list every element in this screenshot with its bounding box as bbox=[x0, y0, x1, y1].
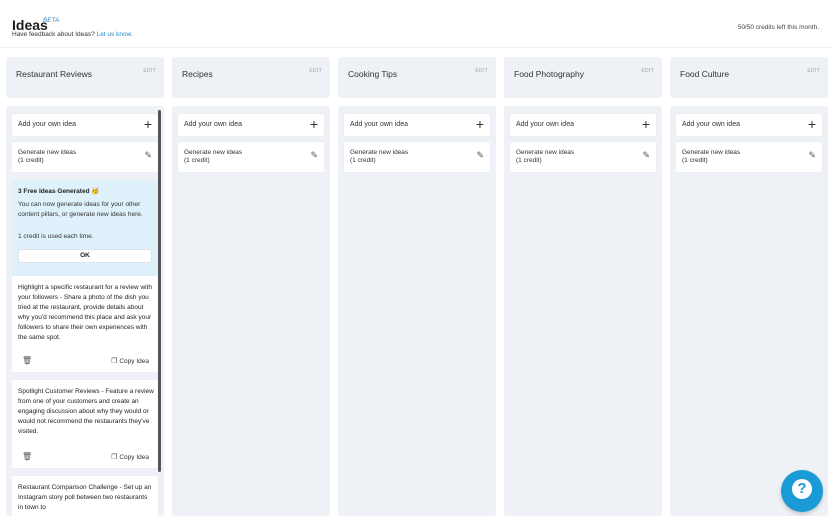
notice-body: You can now generate ideas for your othe… bbox=[18, 201, 143, 218]
generate-ideas-button[interactable]: Generate new ideas (1 credit) ✎ bbox=[510, 142, 656, 172]
generate-ideas-button[interactable]: Generate new ideas (1 credit) ✎ bbox=[178, 142, 324, 172]
column-title: Food Photography bbox=[514, 69, 584, 79]
pencil-icon: ✎ bbox=[144, 150, 152, 160]
add-idea-label: Add your own idea bbox=[184, 121, 242, 128]
edit-button[interactable]: EDIT bbox=[807, 68, 820, 74]
help-icon: ? bbox=[792, 479, 812, 499]
idea-text: Restaurant Comparison Challenge - Set up… bbox=[18, 484, 152, 511]
generate-label: Generate new ideas bbox=[350, 149, 409, 156]
plus-icon: + bbox=[807, 116, 816, 132]
column-title: Cooking Tips bbox=[348, 69, 398, 79]
column-title: Restaurant Reviews bbox=[16, 69, 93, 79]
ok-button[interactable]: OK bbox=[18, 249, 152, 263]
generate-cost: (1 credit) bbox=[184, 157, 210, 164]
edit-button[interactable]: EDIT bbox=[641, 68, 654, 74]
feedback-line: Have feedback about Ideas? Let us know. bbox=[12, 31, 133, 38]
column-header-food-photography: Food Photography EDIT bbox=[504, 57, 662, 98]
add-idea-label: Add your own idea bbox=[516, 121, 574, 128]
column-restaurant-reviews[interactable]: Add your own idea + Generate new ideas (… bbox=[6, 106, 164, 516]
trash-icon[interactable]: 🗑 bbox=[22, 452, 32, 461]
feedback-text: Have feedback about Ideas? bbox=[12, 31, 95, 38]
add-idea-label: Add your own idea bbox=[350, 121, 408, 128]
add-idea-button[interactable]: Add your own idea + bbox=[12, 114, 158, 136]
add-idea-button[interactable]: Add your own idea + bbox=[676, 114, 822, 136]
edit-button[interactable]: EDIT bbox=[309, 68, 322, 74]
idea-text: Highlight a specific restaurant for a re… bbox=[18, 284, 153, 341]
plus-icon: + bbox=[143, 116, 152, 132]
column-scrollbar[interactable] bbox=[158, 110, 161, 472]
free-ideas-notice: 3 Free Ideas Generated 🥳 You can now gen… bbox=[12, 180, 158, 276]
plus-icon: + bbox=[475, 116, 484, 132]
idea-card: Restaurant Comparison Challenge - Set up… bbox=[12, 476, 158, 516]
generate-ideas-button[interactable]: Generate new ideas (1 credit) ✎ bbox=[12, 142, 158, 172]
trash-icon[interactable]: 🗑 bbox=[22, 356, 32, 365]
add-idea-label: Add your own idea bbox=[682, 121, 740, 128]
edit-button[interactable]: EDIT bbox=[475, 68, 488, 74]
pencil-icon: ✎ bbox=[310, 150, 318, 160]
edit-button[interactable]: EDIT bbox=[143, 68, 156, 74]
beta-badge: BETA bbox=[43, 18, 60, 24]
feedback-link[interactable]: Let us know. bbox=[97, 31, 133, 38]
page-header: Ideas BETA Have feedback about Ideas? Le… bbox=[0, 0, 831, 48]
generate-label: Generate new ideas bbox=[184, 149, 243, 156]
plus-icon: + bbox=[641, 116, 650, 132]
column-title: Food Culture bbox=[680, 69, 730, 79]
pencil-icon: ✎ bbox=[476, 150, 484, 160]
generate-label: Generate new ideas bbox=[516, 149, 575, 156]
idea-card: Highlight a specific restaurant for a re… bbox=[12, 276, 158, 372]
notice-title: 3 Free Ideas Generated 🥳 bbox=[18, 188, 100, 195]
column-header-cooking-tips: Cooking Tips EDIT bbox=[338, 57, 496, 98]
column-cooking-tips[interactable]: Add your own idea + Generate new ideas (… bbox=[338, 106, 496, 516]
add-idea-label: Add your own idea bbox=[18, 121, 76, 128]
generate-ideas-button[interactable]: Generate new ideas (1 credit) ✎ bbox=[344, 142, 490, 172]
copy-icon: ❐ bbox=[111, 358, 118, 365]
add-idea-button[interactable]: Add your own idea + bbox=[510, 114, 656, 136]
copy-idea-button[interactable]: ❐ Copy Idea bbox=[111, 357, 149, 365]
plus-icon: + bbox=[309, 116, 318, 132]
pencil-icon: ✎ bbox=[808, 150, 816, 160]
notice-credit-note: 1 credit is used each time. bbox=[18, 233, 94, 240]
generate-cost: (1 credit) bbox=[350, 157, 376, 164]
generate-cost: (1 credit) bbox=[682, 157, 708, 164]
generate-label: Generate new ideas bbox=[682, 149, 741, 156]
help-button[interactable]: ? bbox=[781, 470, 823, 512]
copy-idea-label: Copy Idea bbox=[119, 454, 149, 461]
column-food-culture[interactable]: Add your own idea + Generate new ideas (… bbox=[670, 106, 828, 516]
column-title: Recipes bbox=[182, 69, 213, 79]
add-idea-button[interactable]: Add your own idea + bbox=[178, 114, 324, 136]
pencil-icon: ✎ bbox=[642, 150, 650, 160]
copy-icon: ❐ bbox=[111, 454, 118, 461]
column-recipes[interactable]: Add your own idea + Generate new ideas (… bbox=[172, 106, 330, 516]
idea-text: Spotlight Customer Reviews - Feature a r… bbox=[18, 388, 154, 435]
generate-cost: (1 credit) bbox=[516, 157, 542, 164]
idea-card: Spotlight Customer Reviews - Feature a r… bbox=[12, 380, 158, 468]
generate-ideas-button[interactable]: Generate new ideas (1 credit) ✎ bbox=[676, 142, 822, 172]
copy-idea-button[interactable]: ❐ Copy Idea bbox=[111, 453, 149, 461]
column-header-restaurant-reviews: Restaurant Reviews EDIT bbox=[6, 57, 164, 98]
generate-cost: (1 credit) bbox=[18, 157, 44, 164]
column-food-photography[interactable]: Add your own idea + Generate new ideas (… bbox=[504, 106, 662, 516]
add-idea-button[interactable]: Add your own idea + bbox=[344, 114, 490, 136]
column-header-food-culture: Food Culture EDIT bbox=[670, 57, 828, 98]
credits-remaining: 50/50 credits left this month. bbox=[737, 24, 819, 31]
copy-idea-label: Copy Idea bbox=[119, 358, 149, 365]
column-header-recipes: Recipes EDIT bbox=[172, 57, 330, 98]
generate-label: Generate new ideas bbox=[18, 149, 77, 156]
